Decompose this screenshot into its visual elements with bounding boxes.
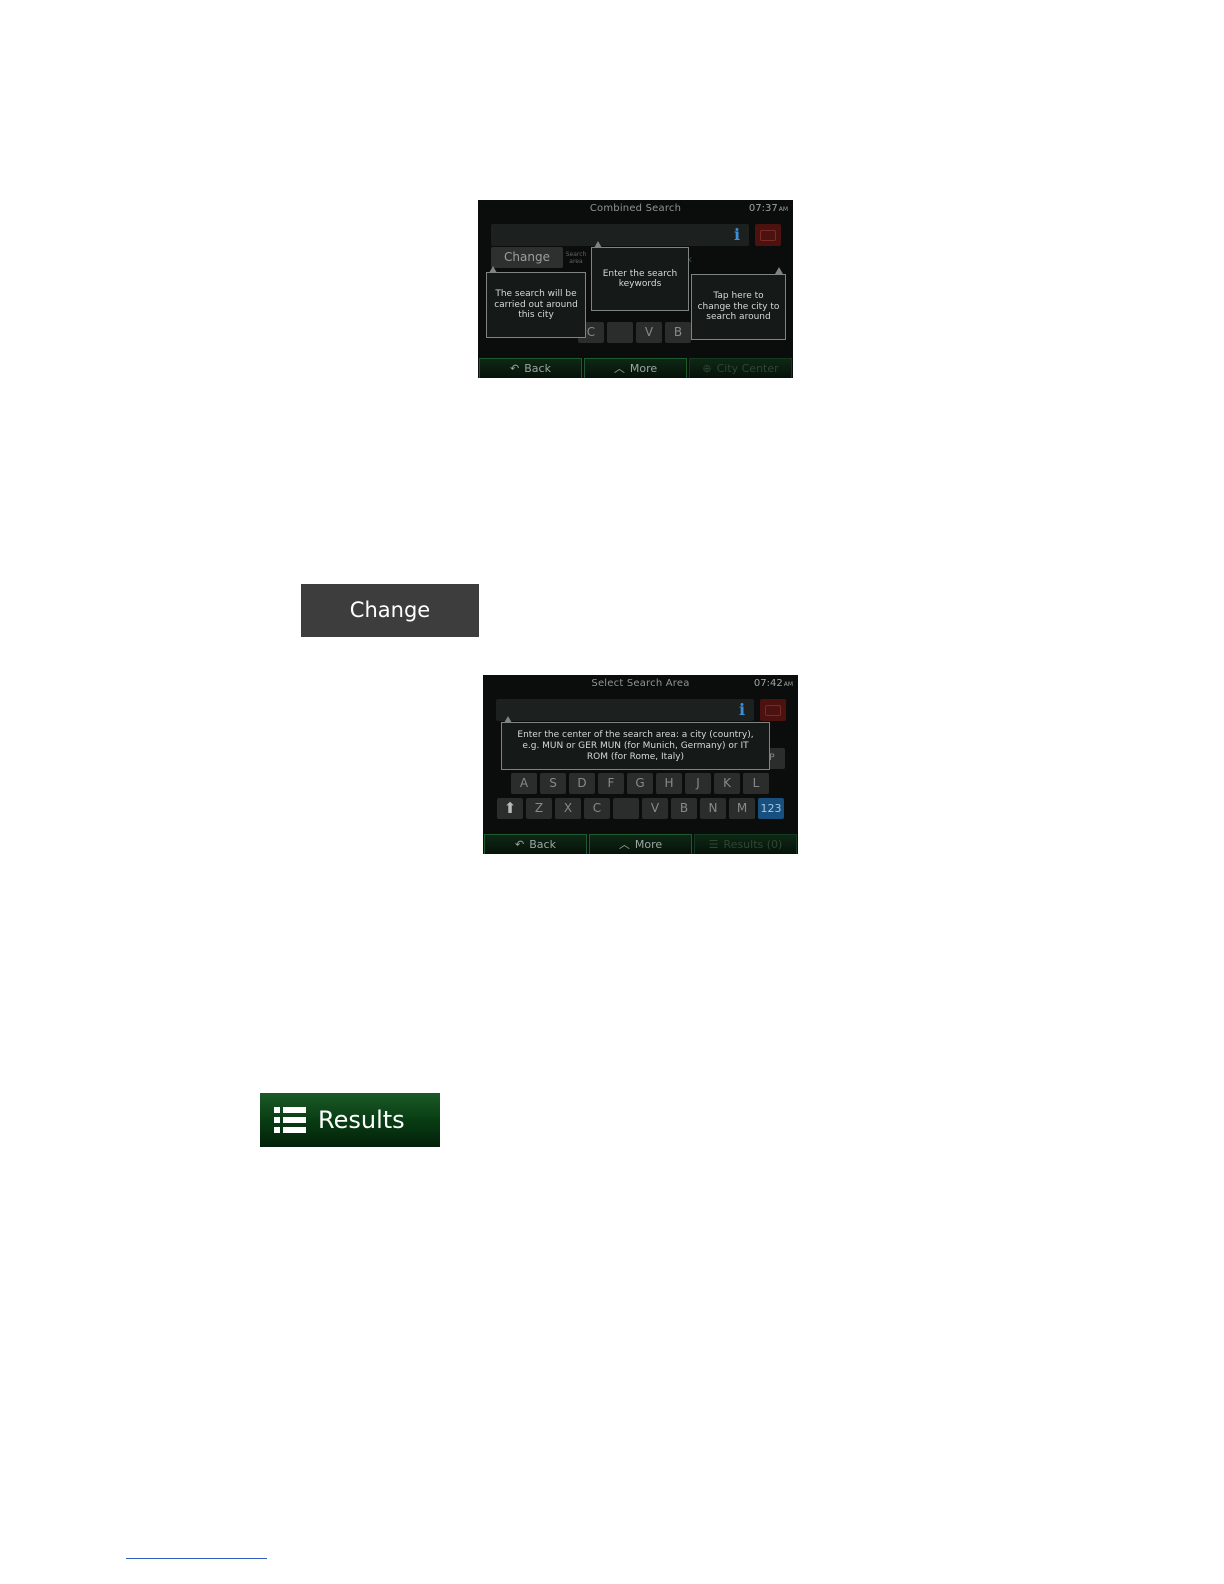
- key-v[interactable]: V: [642, 798, 668, 819]
- more-label: More: [634, 838, 663, 851]
- key-v[interactable]: V: [636, 322, 662, 343]
- change-button: Change: [301, 584, 479, 637]
- key-b[interactable]: B: [671, 798, 697, 819]
- crosshair-icon: ⊕: [702, 362, 712, 375]
- search-input[interactable]: [491, 224, 749, 246]
- clock-ampm: AM: [783, 681, 793, 688]
- key-l[interactable]: L: [743, 773, 769, 794]
- select-search-area-screenshot: Select Search Area 07:42AM i P Enter the…: [483, 675, 798, 854]
- more-button[interactable]: ︿ More: [584, 358, 687, 378]
- screen-title: Combined Search: [589, 203, 682, 214]
- clock-time: 07:37: [748, 203, 778, 214]
- backspace-icon: [765, 705, 781, 716]
- back-label: Back: [524, 362, 551, 375]
- list-icon: ☰: [708, 838, 719, 851]
- key-m[interactable]: M: [729, 798, 755, 819]
- city-center-button[interactable]: ⊕ City Center: [689, 358, 792, 378]
- more-label: More: [629, 362, 658, 375]
- key-n[interactable]: N: [700, 798, 726, 819]
- combined-search-screenshot: Combined Search 07:37AM i Change Search …: [478, 200, 793, 378]
- info-icon[interactable]: i: [730, 226, 744, 244]
- info-icon[interactable]: i: [735, 701, 749, 719]
- clock-time: 07:42: [753, 678, 783, 689]
- tooltip-keywords: Enter the search keywords: [591, 247, 689, 311]
- back-label: Back: [529, 838, 556, 851]
- key-h[interactable]: H: [656, 773, 682, 794]
- chevron-up-icon: ︿: [613, 362, 625, 375]
- bottom-bar: ↶ Back ︿ More ⊕ City Center: [478, 357, 793, 378]
- results-label: Results: [318, 1106, 405, 1134]
- key-s[interactable]: S: [540, 773, 566, 794]
- city-center-label: City Center: [716, 362, 779, 375]
- clock: 07:37AM: [749, 203, 788, 214]
- tooltip-search-center: Enter the center of the search area: a c…: [501, 722, 770, 770]
- tooltip-search-city: The search will be carried out around th…: [486, 272, 586, 338]
- back-button[interactable]: ↶ Back: [479, 358, 582, 378]
- back-arrow-icon: ↶: [510, 362, 520, 375]
- clock-ampm: AM: [778, 206, 788, 213]
- key-d[interactable]: D: [569, 773, 595, 794]
- key-b[interactable]: B: [665, 322, 691, 343]
- key-k[interactable]: K: [714, 773, 740, 794]
- bottom-bar: ↶ Back ︿ More ☰ Results (0): [483, 833, 798, 854]
- key-space[interactable]: [613, 798, 639, 819]
- change-area-button[interactable]: Change: [491, 247, 563, 268]
- list-icon: [274, 1107, 306, 1133]
- key-space[interactable]: [607, 322, 633, 343]
- search-input[interactable]: [496, 699, 754, 721]
- numbers-key[interactable]: 123: [758, 798, 784, 819]
- key-f[interactable]: F: [598, 773, 624, 794]
- key-g[interactable]: G: [627, 773, 653, 794]
- screen-title: Select Search Area: [591, 678, 690, 689]
- key-c[interactable]: C: [584, 798, 610, 819]
- delete-button[interactable]: [760, 699, 786, 721]
- results-button[interactable]: ☰ Results (0): [694, 834, 797, 854]
- chevron-up-icon: ︿: [618, 838, 630, 851]
- key-z[interactable]: Z: [526, 798, 552, 819]
- key-a[interactable]: A: [511, 773, 537, 794]
- back-button[interactable]: ↶ Back: [484, 834, 587, 854]
- results-button: Results: [260, 1093, 440, 1147]
- tooltip-pointer: [775, 267, 783, 274]
- search-area-label: Search area: [565, 251, 587, 265]
- key-x[interactable]: X: [555, 798, 581, 819]
- shift-key[interactable]: ⬆: [497, 798, 523, 819]
- footnote-rule: [126, 1558, 267, 1559]
- back-arrow-icon: ↶: [515, 838, 525, 851]
- more-button[interactable]: ︿ More: [589, 834, 692, 854]
- delete-button[interactable]: [755, 224, 781, 246]
- tooltip-change-city: Tap here to change the city to search ar…: [691, 274, 786, 340]
- results-label: Results (0): [723, 838, 783, 851]
- shift-arrow-icon: ⬆: [503, 799, 517, 817]
- clock: 07:42AM: [754, 678, 793, 689]
- key-j[interactable]: J: [685, 773, 711, 794]
- backspace-icon: [760, 230, 776, 241]
